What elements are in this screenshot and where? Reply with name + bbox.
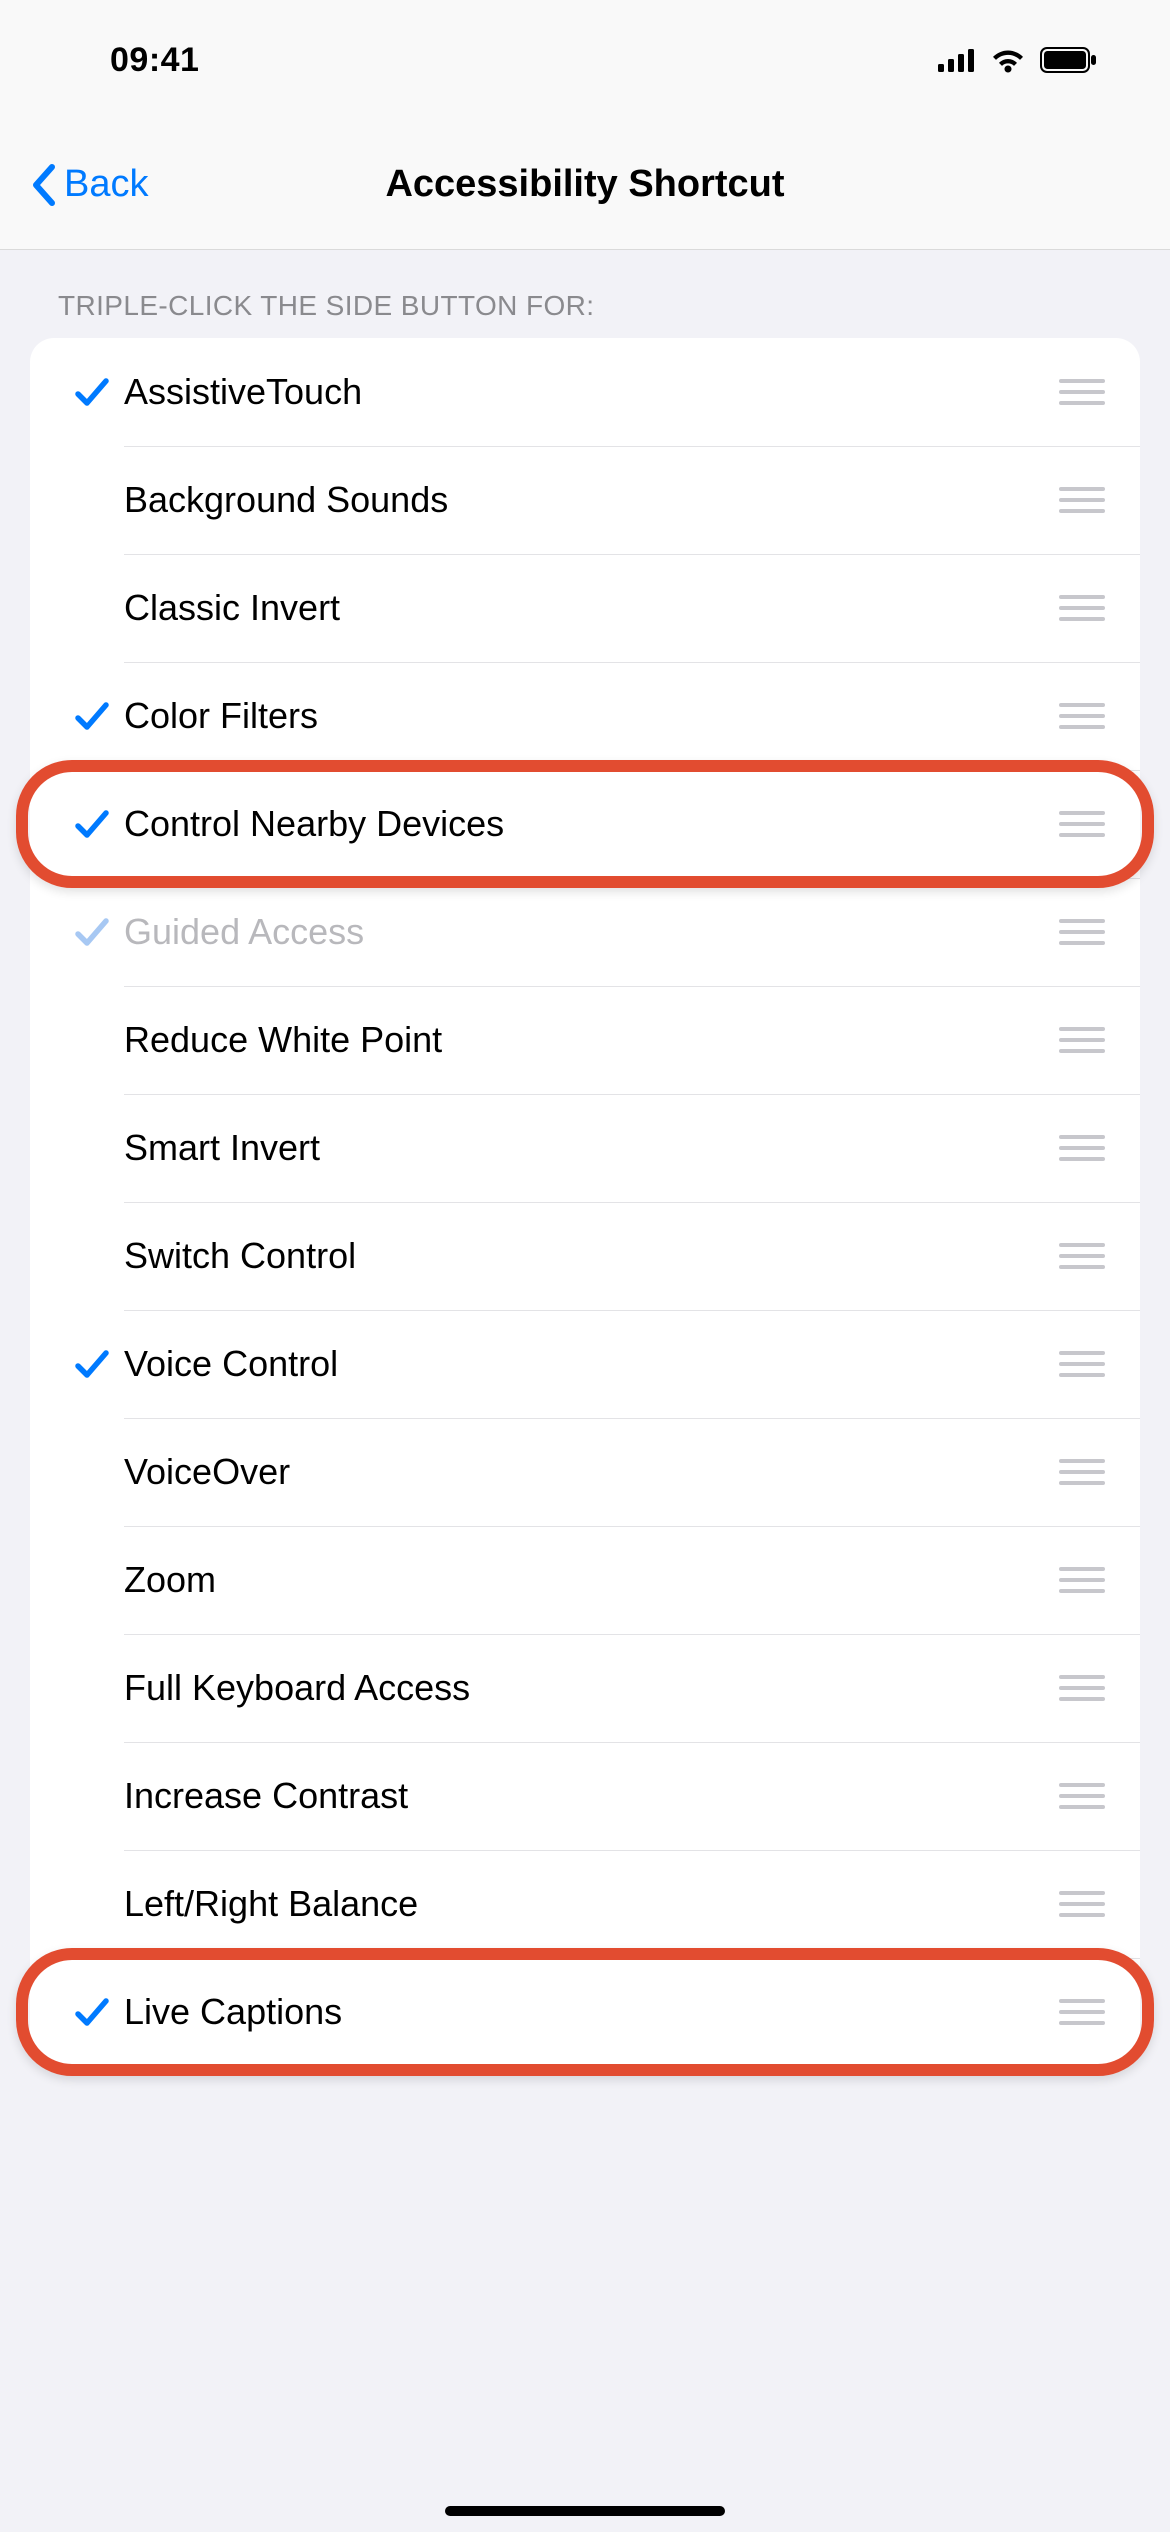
list-item[interactable]: Zoom [30,1526,1140,1634]
cellular-icon [938,48,976,72]
item-label: Voice Control [124,1343,1054,1385]
reorder-handle-icon[interactable] [1054,811,1110,837]
item-label: Guided Access [124,911,1054,953]
checkmark-icon [60,372,124,412]
reorder-handle-icon[interactable] [1054,1459,1110,1485]
list-item[interactable]: Live Captions [30,1958,1140,2066]
list-item[interactable]: Full Keyboard Access [30,1634,1140,1742]
list-item[interactable]: Left/Right Balance [30,1850,1140,1958]
item-label: AssistiveTouch [124,371,1054,413]
battery-icon [1040,47,1098,73]
reorder-handle-icon[interactable] [1054,595,1110,621]
reorder-handle-icon[interactable] [1054,919,1110,945]
item-label: Full Keyboard Access [124,1667,1054,1709]
reorder-handle-icon[interactable] [1054,1891,1110,1917]
checkmark-icon [60,1344,124,1384]
item-label: Live Captions [124,1991,1054,2033]
item-label: Smart Invert [124,1127,1054,1169]
back-label: Back [64,163,148,206]
page-title: Accessibility Shortcut [0,163,1170,206]
back-button[interactable]: Back [30,163,148,207]
item-label: Reduce White Point [124,1019,1054,1061]
reorder-handle-icon[interactable] [1054,379,1110,405]
reorder-handle-icon[interactable] [1054,1135,1110,1161]
checkmark-icon [60,1992,124,2032]
item-label: Zoom [124,1559,1054,1601]
checkmark-icon [60,696,124,736]
item-label: Switch Control [124,1235,1054,1277]
list-item[interactable]: VoiceOver [30,1418,1140,1526]
list-item[interactable]: Classic Invert [30,554,1140,662]
list-item[interactable]: Guided Access [30,878,1140,986]
list-item[interactable]: Background Sounds [30,446,1140,554]
status-indicators [938,47,1098,73]
wifi-icon [990,47,1026,73]
status-time: 09:41 [110,41,199,80]
reorder-handle-icon[interactable] [1054,1999,1110,2025]
status-bar: 09:41 [0,0,1170,120]
reorder-handle-icon[interactable] [1054,1675,1110,1701]
list-item[interactable]: AssistiveTouch [30,338,1140,446]
nav-header: Back Accessibility Shortcut [0,120,1170,250]
item-label: VoiceOver [124,1451,1054,1493]
reorder-handle-icon[interactable] [1054,1243,1110,1269]
chevron-left-icon [30,163,58,207]
item-label: Left/Right Balance [124,1883,1054,1925]
list-item[interactable]: Voice Control [30,1310,1140,1418]
list-item[interactable]: Smart Invert [30,1094,1140,1202]
list-item[interactable]: Increase Contrast [30,1742,1140,1850]
list-item[interactable]: Switch Control [30,1202,1140,1310]
reorder-handle-icon[interactable] [1054,703,1110,729]
reorder-handle-icon[interactable] [1054,1027,1110,1053]
list-item[interactable]: Color Filters [30,662,1140,770]
item-label: Color Filters [124,695,1054,737]
item-label: Increase Contrast [124,1775,1054,1817]
checkmark-icon [60,804,124,844]
shortcut-list: AssistiveTouch Background Sounds Classic I… [30,338,1140,2066]
item-label: Background Sounds [124,479,1054,521]
reorder-handle-icon[interactable] [1054,487,1110,513]
list-item[interactable]: Reduce White Point [30,986,1140,1094]
checkmark-icon [60,912,124,952]
list-item[interactable]: Control Nearby Devices [30,770,1140,878]
item-label: Classic Invert [124,587,1054,629]
reorder-handle-icon[interactable] [1054,1567,1110,1593]
section-header: TRIPLE-CLICK THE SIDE BUTTON FOR: [0,250,1170,338]
home-indicator [445,2506,725,2516]
item-label: Control Nearby Devices [124,803,1054,845]
reorder-handle-icon[interactable] [1054,1783,1110,1809]
reorder-handle-icon[interactable] [1054,1351,1110,1377]
